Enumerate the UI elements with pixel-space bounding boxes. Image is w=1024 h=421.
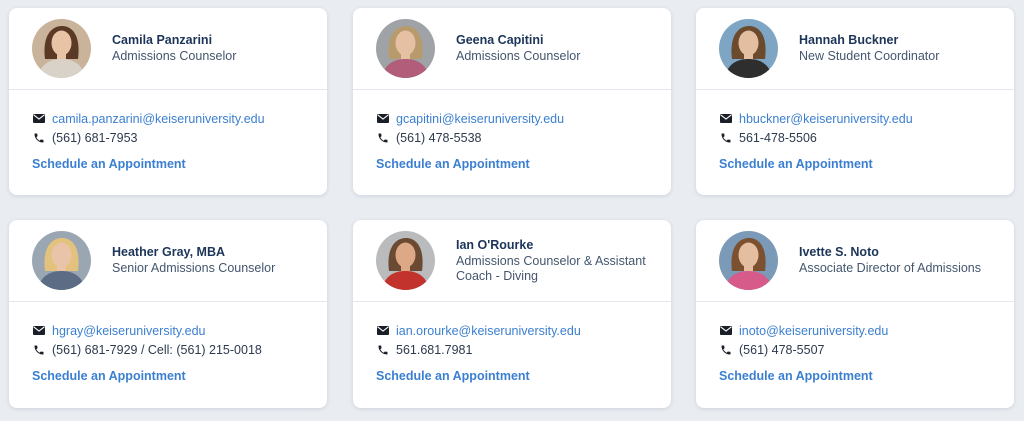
email-link[interactable]: inoto@keiseruniversity.edu — [739, 324, 888, 338]
phone-row: (561) 478-5538 — [376, 128, 671, 147]
envelope-icon — [32, 324, 45, 337]
envelope-icon — [376, 112, 389, 125]
person-title: Admissions Counselor & Assistant Coach -… — [456, 253, 646, 283]
email-row: ian.orourke@keiseruniversity.edu — [376, 321, 671, 340]
staff-card-4: Heather Gray, MBA Senior Admissions Coun… — [9, 220, 327, 408]
name-block: Ian O'Rourke Admissions Counselor & Assi… — [456, 220, 663, 301]
envelope-icon — [376, 324, 389, 337]
person-title: New Student Coordinator — [799, 49, 940, 63]
card-header: Geena Capitini Admissions Counselor — [353, 8, 671, 90]
card-body: hbuckner@keiseruniversity.edu 561-478-55… — [696, 90, 1014, 173]
card-header: Heather Gray, MBA Senior Admissions Coun… — [9, 220, 327, 302]
email-link[interactable]: hgray@keiseruniversity.edu — [52, 324, 206, 338]
name-block: Camila Panzarini Admissions Counselor — [112, 8, 319, 89]
phone-number: (561) 681-7929 / Cell: (561) 215-0018 — [52, 342, 262, 357]
card-header: Ivette S. Noto Associate Director of Adm… — [696, 220, 1014, 302]
phone-row: (561) 681-7929 / Cell: (561) 215-0018 — [32, 340, 327, 359]
staff-card-3: Hannah Buckner New Student Coordinator h… — [696, 8, 1014, 195]
name-block: Ivette S. Noto Associate Director of Adm… — [799, 220, 1006, 301]
phone-row: (561) 681-7953 — [32, 128, 327, 147]
name-block: Heather Gray, MBA Senior Admissions Coun… — [112, 220, 319, 301]
email-row: inoto@keiseruniversity.edu — [719, 321, 1014, 340]
avatar-photo — [376, 231, 435, 290]
card-body: camila.panzarini@keiseruniversity.edu (5… — [9, 90, 327, 173]
person-title: Associate Director of Admissions — [799, 261, 982, 275]
phone-row: 561.681.7981 — [376, 340, 671, 359]
person-name: Geena Capitini — [456, 33, 544, 47]
schedule-appointment-link[interactable]: Schedule an Appointment — [719, 157, 873, 171]
person-name: Ivette S. Noto — [799, 245, 879, 259]
phone-number: (561) 478-5538 — [396, 130, 482, 145]
avatar — [376, 231, 435, 290]
avatar-photo — [32, 19, 91, 78]
avatar — [719, 19, 778, 78]
avatar-photo — [719, 19, 778, 78]
name-block: Geena Capitini Admissions Counselor — [456, 8, 663, 89]
schedule-appointment-link[interactable]: Schedule an Appointment — [376, 157, 530, 171]
avatar — [32, 19, 91, 78]
card-header: Camila Panzarini Admissions Counselor — [9, 8, 327, 90]
card-body: hgray@keiseruniversity.edu (561) 681-792… — [9, 302, 327, 385]
card-header: Hannah Buckner New Student Coordinator — [696, 8, 1014, 90]
email-row: camila.panzarini@keiseruniversity.edu — [32, 109, 327, 128]
person-title: Admissions Counselor — [112, 49, 237, 63]
email-link[interactable]: ian.orourke@keiseruniversity.edu — [396, 324, 581, 338]
phone-icon — [719, 343, 732, 356]
staff-card-2: Geena Capitini Admissions Counselor gcap… — [353, 8, 671, 195]
staff-card-6: Ivette S. Noto Associate Director of Adm… — [696, 220, 1014, 408]
phone-icon — [32, 343, 45, 356]
person-title: Senior Admissions Counselor — [112, 261, 276, 275]
staff-card-5: Ian O'Rourke Admissions Counselor & Assi… — [353, 220, 671, 408]
envelope-icon — [719, 324, 732, 337]
email-row: hbuckner@keiseruniversity.edu — [719, 109, 1014, 128]
phone-number: (561) 478-5507 — [739, 342, 825, 357]
email-link[interactable]: gcapitini@keiseruniversity.edu — [396, 112, 564, 126]
person-title: Admissions Counselor — [456, 49, 581, 63]
phone-icon — [376, 131, 389, 144]
avatar-photo — [376, 19, 435, 78]
email-row: hgray@keiseruniversity.edu — [32, 321, 327, 340]
person-name: Camila Panzarini — [112, 33, 213, 47]
envelope-icon — [719, 112, 732, 125]
phone-number: (561) 681-7953 — [52, 130, 138, 145]
envelope-icon — [32, 112, 45, 125]
avatar-photo — [719, 231, 778, 290]
email-row: gcapitini@keiseruniversity.edu — [376, 109, 671, 128]
phone-icon — [719, 131, 732, 144]
card-body: inoto@keiseruniversity.edu (561) 478-550… — [696, 302, 1014, 385]
name-block: Hannah Buckner New Student Coordinator — [799, 8, 1006, 89]
avatar — [32, 231, 91, 290]
card-body: ian.orourke@keiseruniversity.edu 561.681… — [353, 302, 671, 385]
phone-number: 561.681.7981 — [396, 342, 473, 357]
phone-number: 561-478-5506 — [739, 130, 817, 145]
person-name: Ian O'Rourke — [456, 237, 534, 252]
avatar — [376, 19, 435, 78]
email-link[interactable]: hbuckner@keiseruniversity.edu — [739, 112, 913, 126]
schedule-appointment-link[interactable]: Schedule an Appointment — [32, 157, 186, 171]
avatar-photo — [32, 231, 91, 290]
schedule-appointment-link[interactable]: Schedule an Appointment — [32, 369, 186, 383]
schedule-appointment-link[interactable]: Schedule an Appointment — [376, 369, 530, 383]
schedule-appointment-link[interactable]: Schedule an Appointment — [719, 369, 873, 383]
staff-card-1: Camila Panzarini Admissions Counselor ca… — [9, 8, 327, 195]
phone-icon — [376, 343, 389, 356]
avatar — [719, 231, 778, 290]
phone-row: (561) 478-5507 — [719, 340, 1014, 359]
person-name: Heather Gray, MBA — [112, 245, 225, 259]
person-name: Hannah Buckner — [799, 33, 899, 47]
phone-row: 561-478-5506 — [719, 128, 1014, 147]
phone-icon — [32, 131, 45, 144]
card-header: Ian O'Rourke Admissions Counselor & Assi… — [353, 220, 671, 302]
email-link[interactable]: camila.panzarini@keiseruniversity.edu — [52, 112, 265, 126]
card-body: gcapitini@keiseruniversity.edu (561) 478… — [353, 90, 671, 173]
